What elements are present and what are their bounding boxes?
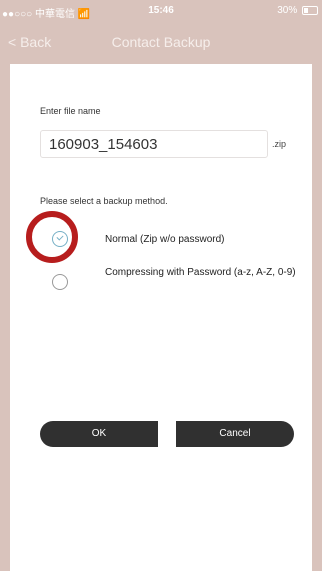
radio-password[interactable] [52,274,68,290]
file-name-input[interactable]: 160903_154603 [40,130,268,158]
option-normal-label[interactable]: Normal (Zip w/o password) [105,233,224,246]
status-time: 15:46 [148,5,174,16]
highlight-circle [26,211,78,263]
status-bar: ●●○○○ 中華電信 📶 15:46 30% [0,0,322,22]
page-title: Contact Backup [111,34,211,50]
backup-method-label: Please select a backup method. [40,196,168,206]
battery-area: 30% [277,5,318,16]
content-panel: Enter file name 160903_154603 .zip Pleas… [10,64,312,571]
file-name-label: Enter file name [40,106,101,116]
navigation-bar: < Back Contact Backup [0,22,322,62]
battery-percent: 30% [277,5,298,16]
ok-button[interactable]: OK [40,421,158,447]
file-extension-label: .zip [272,139,287,149]
battery-icon [302,5,318,15]
cancel-button[interactable]: Cancel [176,421,294,447]
option-password-label[interactable]: Compressing with Password (a-z, A-Z, 0-9… [105,266,305,279]
